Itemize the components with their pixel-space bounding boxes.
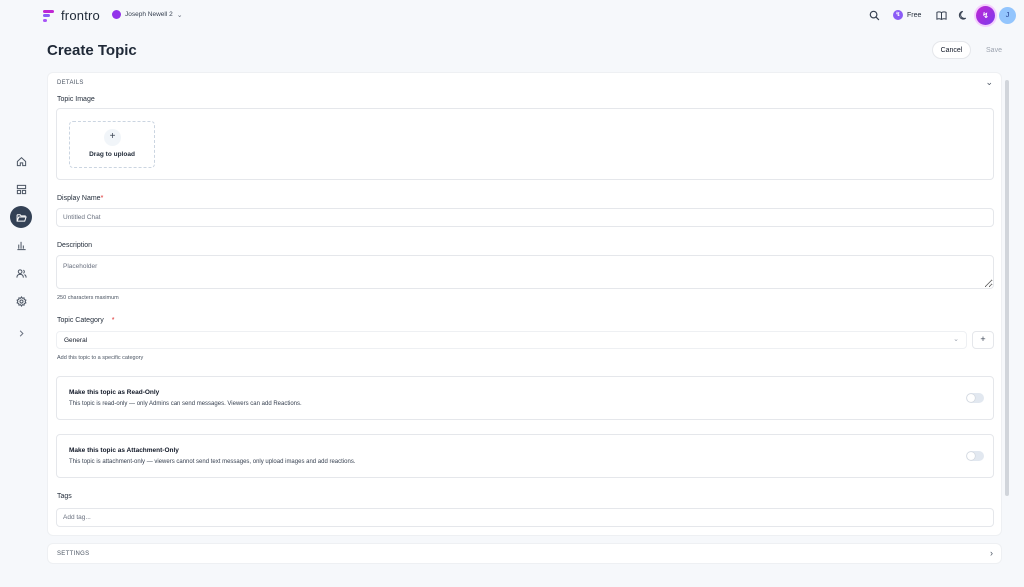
- scrollbar[interactable]: [1005, 80, 1009, 496]
- toggle-knob: [967, 394, 975, 402]
- chevron-down-icon[interactable]: ⌄: [985, 77, 993, 88]
- display-name-input[interactable]: [56, 208, 994, 227]
- attachment-only-option: Make this topic as Attachment-Only This …: [56, 434, 994, 478]
- attachment-only-description: This topic is attachment-only — viewers …: [69, 459, 356, 465]
- plan-badge[interactable]: ↯ Free: [893, 10, 921, 20]
- search-icon[interactable]: [869, 10, 880, 21]
- top-bar: frontro Joseph Newell 2 ⌄ ↯ Free ↯ J: [0, 0, 1024, 32]
- details-section-header[interactable]: DETAILS: [57, 80, 84, 86]
- home-icon: [16, 156, 26, 166]
- nav-item-settings[interactable]: [10, 290, 32, 312]
- read-only-description: This topic is read-only — only Admins ca…: [69, 401, 302, 407]
- plan-label: Free: [907, 11, 922, 19]
- read-only-title: Make this topic as Read-Only: [69, 389, 160, 396]
- chevron-right-icon: [19, 329, 24, 337]
- plus-icon: +: [104, 129, 121, 146]
- chevron-down-icon: ⌄: [176, 11, 183, 19]
- category-hint: Add this topic to a specific category: [57, 355, 144, 361]
- save-button[interactable]: Save: [980, 41, 1008, 59]
- details-section: DETAILS ⌄ Topic Image + Drag to upload D…: [47, 72, 1002, 536]
- tags-label: Tags: [57, 493, 72, 500]
- read-only-toggle[interactable]: [966, 393, 984, 403]
- lightning-icon: ↯: [982, 11, 989, 20]
- brand-avatar[interactable]: ↯: [976, 6, 995, 25]
- workspace-name: Joseph Newell 2: [125, 11, 173, 18]
- workspace-switcher[interactable]: Joseph Newell 2 ⌄: [112, 10, 183, 19]
- nav-item-topics[interactable]: [10, 206, 32, 228]
- book-icon[interactable]: [936, 10, 947, 21]
- gear-icon: [15, 295, 27, 307]
- description-textarea[interactable]: [56, 255, 994, 289]
- display-name-label: Display Name*: [57, 195, 103, 202]
- lightning-icon: ↯: [893, 10, 903, 20]
- description-hint: 250 characters maximum: [57, 295, 119, 301]
- upload-text: Drag to upload: [89, 151, 135, 158]
- required-marker: *: [100, 195, 104, 202]
- settings-section-header: SETTINGS: [57, 551, 90, 557]
- toggle-knob: [967, 452, 975, 460]
- nav-item-layout[interactable]: [10, 178, 32, 200]
- user-avatar[interactable]: J: [999, 7, 1016, 24]
- bar-chart-icon: [16, 241, 26, 250]
- chevron-down-icon: ⌄: [953, 336, 959, 343]
- layout-icon: [16, 184, 26, 194]
- tags-input[interactable]: [56, 508, 994, 527]
- topic-category-label: Topic Category *: [57, 317, 114, 324]
- topic-category-select[interactable]: General ⌄: [56, 331, 967, 349]
- attachment-only-title: Make this topic as Attachment-Only: [69, 447, 179, 454]
- frontro-logo-icon: [42, 9, 56, 23]
- cancel-button[interactable]: Cancel: [932, 41, 971, 59]
- topic-image-label: Topic Image: [57, 96, 95, 103]
- nav-expand-button[interactable]: [10, 322, 32, 344]
- plus-icon: +: [980, 334, 986, 344]
- topic-category-label-text: Topic Category: [57, 317, 104, 324]
- folder-open-icon: [16, 213, 27, 222]
- chevron-right-icon: ›: [990, 548, 993, 558]
- add-category-button[interactable]: +: [972, 331, 994, 349]
- topic-image-upload: + Drag to upload: [56, 108, 994, 180]
- brand-name: frontro: [61, 8, 100, 23]
- brand-logo[interactable]: frontro: [42, 8, 100, 23]
- read-only-option: Make this topic as Read-Only This topic …: [56, 376, 994, 420]
- nav-item-analytics[interactable]: [10, 234, 32, 256]
- settings-section[interactable]: SETTINGS ›: [47, 543, 1002, 564]
- attachment-only-toggle[interactable]: [966, 451, 984, 461]
- moon-icon[interactable]: [958, 10, 969, 21]
- description-label: Description: [57, 242, 93, 249]
- workspace-avatar-icon: [112, 10, 121, 19]
- image-dropzone[interactable]: + Drag to upload: [69, 121, 155, 168]
- nav-item-home[interactable]: [10, 150, 32, 172]
- display-name-label-text: Display Name: [57, 195, 101, 202]
- category-selected-value: General: [64, 337, 88, 344]
- page-title: Create Topic: [47, 42, 137, 59]
- nav-item-users[interactable]: [10, 262, 32, 284]
- required-marker: *: [111, 317, 115, 324]
- users-icon: [15, 268, 27, 278]
